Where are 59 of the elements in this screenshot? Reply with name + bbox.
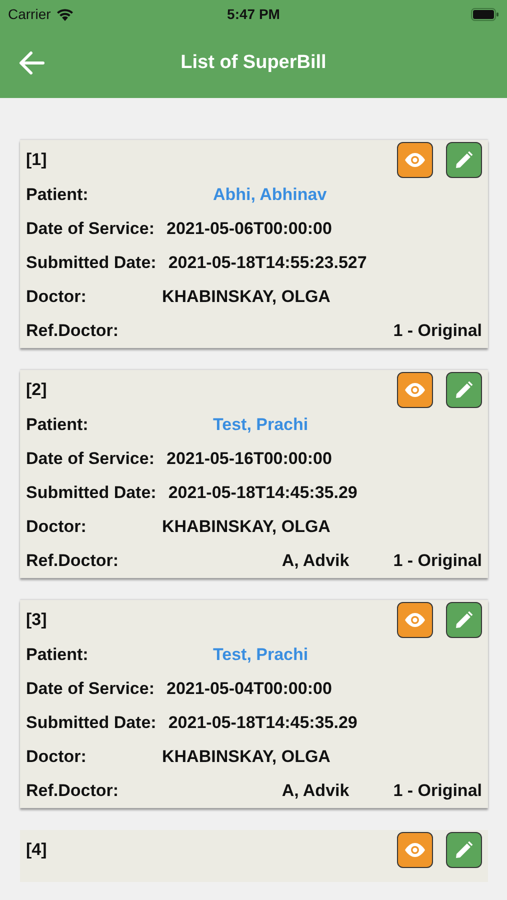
edit-button[interactable] [446,602,482,638]
field-value: A, Advik [282,551,350,571]
carrier-label: Carrier [8,6,51,22]
field-label: Patient: [26,185,90,205]
bill-number: [1] [26,150,48,170]
field-label: Doctor: [26,287,88,307]
pencil-icon [455,841,473,859]
battery-icon [471,8,499,20]
edit-button[interactable] [446,142,482,178]
field-label: Patient: [26,415,90,435]
eye-icon [403,382,427,398]
field-label: Ref.Doctor: [26,781,119,801]
view-button[interactable] [397,372,433,408]
field-value: A, Advik [282,781,350,801]
field-value: KHABINSKAY, OLGA [162,747,330,767]
status-time: 5:47 PM [227,6,280,22]
back-button[interactable] [18,49,46,77]
eye-icon [403,152,427,168]
wifi-icon [56,8,74,20]
edit-button[interactable] [446,372,482,408]
bill-number: [2] [26,380,48,400]
eye-icon [403,612,427,628]
pencil-icon [455,611,473,629]
edit-button[interactable] [446,832,482,868]
field-label: Submitted Date: [26,713,156,733]
field-label: Submitted Date: [26,253,156,273]
field-value: KHABINSKAY, OLGA [162,287,330,307]
field-label: Submitted Date: [26,483,156,503]
view-button[interactable] [397,602,433,638]
field-label: Ref.Doctor: [26,551,119,571]
field-value: 2021-05-06T00:00:00 [166,219,332,239]
field-label: Doctor: [26,517,88,537]
view-button[interactable] [397,142,433,178]
eye-icon [403,842,427,858]
bill-type: 1 - Original [393,321,482,341]
field-label: Date of Service: [26,449,154,469]
field-value: 2021-05-18T14:55:23.527 [168,253,367,273]
field-value: 2021-05-18T14:45:35.29 [168,713,358,733]
bill-number: [4] [26,840,48,860]
field-value: 2021-05-04T00:00:00 [166,679,332,699]
patient-name: Test, Prachi [213,415,308,435]
field-value: KHABINSKAY, OLGA [162,517,330,537]
field-value: 2021-05-16T00:00:00 [166,449,332,469]
field-label: Ref.Doctor: [26,321,119,341]
field-label: Doctor: [26,747,88,767]
field-label: Date of Service: [26,219,154,239]
back-arrow-icon [18,49,46,77]
pencil-icon [455,151,473,169]
field-label: Date of Service: [26,679,154,699]
field-label: Patient: [26,645,90,665]
pencil-icon [455,381,473,399]
patient-name: Test, Prachi [213,645,308,665]
bill-type: 1 - Original [393,551,482,571]
view-button[interactable] [397,832,433,868]
bill-type: 1 - Original [393,781,482,801]
bill-number: [3] [26,610,48,630]
page-title: List of SuperBill [180,52,326,74]
field-value: 2021-05-18T14:45:35.29 [168,483,358,503]
patient-name: Abhi, Abhinav [213,185,327,205]
